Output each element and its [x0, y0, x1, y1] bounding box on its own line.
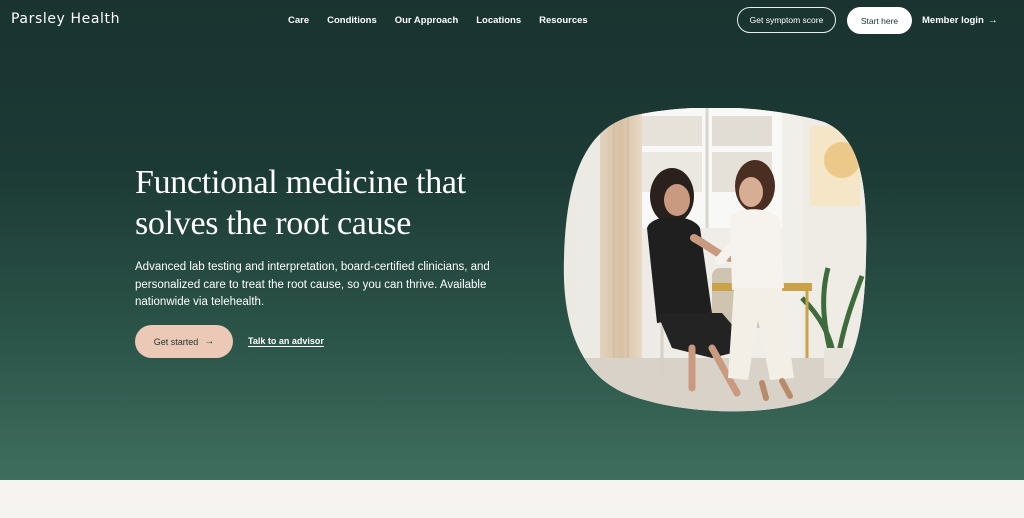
member-login-label: Member login — [922, 15, 984, 26]
nav-item-conditions[interactable]: Conditions — [327, 15, 377, 26]
nav-item-care[interactable]: Care — [288, 15, 309, 26]
get-started-button[interactable]: Get started → — [135, 325, 233, 358]
main-nav: Care Conditions Our Approach Locations R… — [288, 15, 606, 26]
hero-photo — [563, 108, 867, 412]
nav-item-locations[interactable]: Locations — [476, 15, 521, 26]
arrow-right-icon: → — [987, 15, 998, 26]
below-fold-section — [0, 480, 1024, 518]
nav-item-resources[interactable]: Resources — [539, 15, 588, 26]
hero-section: Parsley Health Care Conditions Our Appro… — [0, 0, 1024, 480]
start-here-button[interactable]: Start here — [847, 7, 912, 34]
hero-description: Advanced lab testing and interpretation,… — [135, 261, 490, 308]
get-symptom-score-button[interactable]: Get symptom score — [737, 7, 836, 33]
get-started-label: Get started — [153, 336, 199, 347]
nav-item-our-approach[interactable]: Our Approach — [395, 15, 459, 26]
arrow-right-icon: → — [204, 336, 215, 347]
member-login-link[interactable]: Member login → — [922, 15, 998, 26]
parsley-health-logo[interactable]: Parsley Health — [11, 11, 120, 27]
hero-headline: Functional medicine that solves the root… — [135, 164, 466, 242]
talk-to-advisor-link[interactable]: Talk to an advisor — [248, 336, 324, 346]
